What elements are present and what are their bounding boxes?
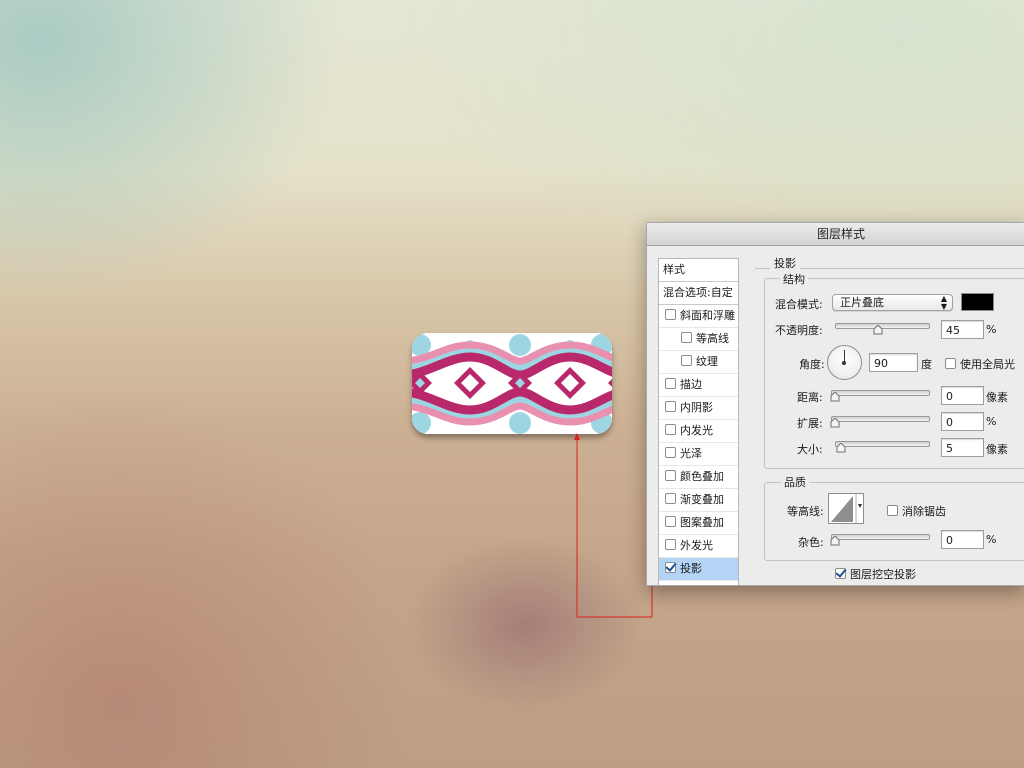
chevron-up-down-icon: ▲ ▼ [940,294,947,311]
noise-label: 杂色: [798,536,824,549]
layer-knocks-out-shadow-label: 图层挖空投影 [850,568,916,581]
style-item-label: 外发光 [680,539,713,552]
checkbox-icon[interactable] [835,568,846,579]
section-title-drop-shadow: 投影 [770,255,800,271]
slider-thumb[interactable] [830,418,840,428]
styles-list-header[interactable]: 样式 [659,259,738,282]
angle-dial[interactable] [827,345,862,380]
spread-slider[interactable] [830,416,930,428]
layer-knocks-out-shadow-checkbox[interactable]: 图层挖空投影 [835,566,916,582]
blending-options-item[interactable]: 混合选项:自定 [659,282,738,305]
style-item-label: 渐变叠加 [680,493,724,506]
style-item-label: 等高线 [696,332,729,345]
pattern-sample-button [412,333,612,434]
styles-list: 样式 混合选项:自定 斜面和浮雕等高线纹理描边内阴影内发光光泽颜色叠加渐变叠加图… [658,258,739,585]
spread-label: 扩展: [797,417,823,430]
distance-label: 距离: [797,391,823,404]
dialog-title: 图层样式 [647,223,1024,246]
use-global-light-checkbox[interactable]: 使用全局光 [945,356,1015,372]
slider-thumb[interactable] [836,443,846,453]
checkbox-icon[interactable] [665,516,676,527]
spread-input[interactable]: 0 [941,412,984,431]
distance-input[interactable]: 0 [941,386,984,405]
slider-thumb[interactable] [873,325,883,335]
style-item[interactable]: 斜面和浮雕 [659,305,738,328]
contour-picker[interactable] [828,493,864,524]
checkbox-icon[interactable] [945,358,956,369]
style-item-label: 斜面和浮雕 [680,309,735,322]
distance-slider[interactable] [830,390,930,402]
slider-thumb[interactable] [830,536,840,546]
blend-mode-label: 混合模式: [775,298,823,311]
shadow-color-swatch[interactable] [961,293,994,311]
structure-group-title: 结构 [780,271,808,287]
size-label: 大小: [797,443,823,456]
style-item-label: 内阴影 [680,401,713,414]
size-slider[interactable] [835,441,930,453]
checkbox-icon[interactable] [665,447,676,458]
size-unit: 像素 [986,443,1008,456]
style-item-label: 描边 [680,378,702,391]
checkbox-icon[interactable] [665,378,676,389]
layer-style-dialog: 图层样式 样式 混合选项:自定 斜面和浮雕等高线纹理描边内阴影内发光光泽颜色叠加… [646,222,1024,586]
slider-thumb[interactable] [830,392,840,402]
checkbox-icon[interactable] [665,493,676,504]
opacity-unit: % [986,323,997,336]
style-item-label: 图案叠加 [680,516,724,529]
size-input[interactable]: 5 [941,438,984,457]
style-item-label: 颜色叠加 [680,470,724,483]
style-item[interactable]: 内阴影 [659,397,738,420]
style-item[interactable]: 光泽 [659,443,738,466]
checkbox-icon[interactable] [665,562,676,573]
checkbox-icon[interactable] [665,309,676,320]
style-item[interactable]: 图案叠加 [659,512,738,535]
opacity-slider[interactable] [835,323,930,335]
angle-input[interactable]: 90 [869,353,918,372]
checkbox-icon[interactable] [665,470,676,481]
checkbox-icon[interactable] [665,539,676,550]
use-global-light-label: 使用全局光 [960,358,1015,371]
angle-dial-center [842,361,846,365]
style-item[interactable]: 纹理 [659,351,738,374]
pattern-sample-graphic [412,333,612,434]
checkbox-icon[interactable] [665,401,676,412]
contour-label: 等高线: [787,505,824,518]
spread-unit: % [986,415,997,428]
anti-alias-checkbox[interactable]: 消除锯齿 [887,503,946,519]
checkbox-icon[interactable] [887,505,898,516]
style-item[interactable]: 投影 [659,558,738,581]
anti-alias-label: 消除锯齿 [902,505,946,518]
opacity-input[interactable]: 45 [941,320,984,339]
noise-slider[interactable] [830,534,930,546]
distance-unit: 像素 [986,391,1008,404]
checkbox-icon[interactable] [681,332,692,343]
style-item-label: 投影 [680,562,702,575]
checkbox-icon[interactable] [665,424,676,435]
style-item[interactable]: 等高线 [659,328,738,351]
opacity-label: 不透明度: [775,324,823,337]
noise-unit: % [986,533,997,546]
style-item-label: 内发光 [680,424,713,437]
checkbox-icon[interactable] [681,355,692,366]
style-item[interactable]: 描边 [659,374,738,397]
contour-curve-icon [830,494,862,523]
noise-input[interactable]: 0 [941,530,984,549]
style-item[interactable]: 内发光 [659,420,738,443]
style-item-label: 纹理 [696,355,718,368]
quality-group-title: 品质 [781,474,809,490]
style-item[interactable]: 渐变叠加 [659,489,738,512]
angle-unit: 度 [921,358,932,371]
style-item[interactable]: 颜色叠加 [659,466,738,489]
blend-mode-select[interactable]: 正片叠底 ▲ ▼ [832,294,953,311]
style-item-label: 光泽 [680,447,702,460]
angle-label: 角度: [799,358,825,371]
blend-mode-value: 正片叠底 [840,296,884,309]
style-item[interactable]: 外发光 [659,535,738,558]
